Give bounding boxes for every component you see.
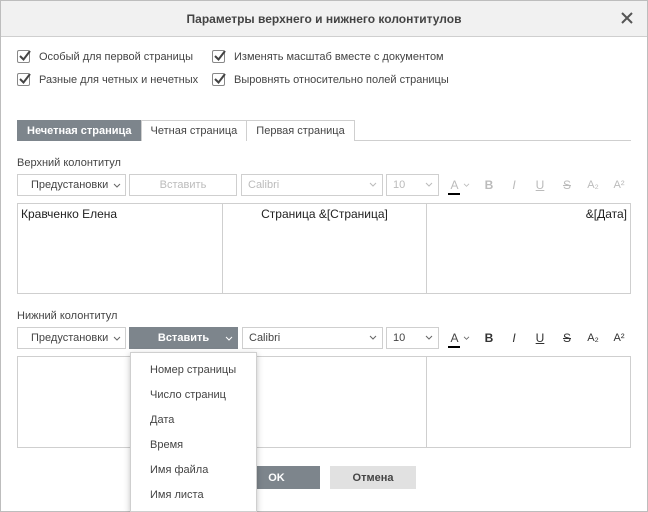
chevron-down-icon	[425, 182, 433, 187]
footer-bold-button[interactable]: B	[480, 327, 498, 349]
insert-dropdown-menu: Номер страницы Число страниц Дата Время …	[130, 352, 257, 512]
header-edit-area: Кравченко Елена Страница &[Страница] &[Д…	[17, 203, 631, 294]
chevron-down-icon	[425, 335, 433, 340]
footer-insert-button[interactable]: Вставить	[129, 327, 238, 349]
align-margins-label: Выровнять относительно полей страницы	[234, 73, 449, 86]
header-size-select[interactable]: 10	[386, 174, 439, 196]
page-tabs: Нечетная страница Четная страница Первая…	[17, 120, 631, 141]
header-font-select[interactable]: Calibri	[241, 174, 383, 196]
tab-first-page[interactable]: Первая страница	[246, 120, 355, 141]
menu-item-page-number[interactable]: Номер страницы	[131, 358, 256, 383]
footer-right-section[interactable]	[427, 357, 630, 447]
header-presets-label: Предустановки	[31, 179, 109, 191]
dialog-title: Параметры верхнего и нижнего колонтитуло…	[186, 11, 462, 26]
footer-insert-label: Вставить	[157, 332, 210, 344]
footer-font-color-button[interactable]: A	[447, 327, 473, 349]
scale-with-doc-label: Изменять масштаб вместе с документом	[234, 50, 444, 63]
header-strikethrough-button[interactable]: S	[558, 174, 576, 196]
odd-even-checkbox[interactable]: Разные для четных и нечетных	[17, 73, 198, 86]
chevron-down-icon	[369, 182, 377, 187]
footer-font-select[interactable]: Calibri	[242, 327, 383, 349]
close-icon[interactable]	[619, 10, 635, 26]
title-bar: Параметры верхнего и нижнего колонтитуло…	[1, 1, 647, 37]
first-page-checkbox[interactable]: Особый для первой страницы	[17, 50, 193, 63]
chevron-down-icon	[113, 336, 121, 341]
footer-toolbar: Предустановки Вставить Calibri 10 A B I …	[17, 327, 631, 349]
font-color-icon: A	[448, 331, 461, 348]
chevron-down-icon	[225, 336, 233, 341]
header-presets-button[interactable]: Предустановки	[17, 174, 126, 196]
checkbox-checked-icon	[212, 50, 226, 63]
header-toolbar: Предустановки Вставить Calibri 10 A B I …	[17, 174, 631, 196]
checkbox-checked-icon	[17, 50, 31, 63]
header-bold-button[interactable]: B	[480, 174, 498, 196]
footer-size-select[interactable]: 10	[386, 327, 439, 349]
odd-even-label: Разные для четных и нечетных	[39, 73, 199, 86]
checkbox-checked-icon	[17, 73, 31, 86]
header-left-section[interactable]: Кравченко Елена	[18, 204, 223, 293]
header-size-value: 10	[393, 179, 406, 191]
menu-item-sheet-name[interactable]: Имя листа	[131, 483, 256, 508]
header-center-section[interactable]: Страница &[Страница]	[223, 204, 427, 293]
chevron-down-icon	[369, 335, 377, 340]
footer-presets-label: Предустановки	[31, 332, 109, 344]
footer-size-value: 10	[393, 332, 406, 344]
checkbox-checked-icon	[212, 73, 226, 86]
menu-item-time[interactable]: Время	[131, 433, 256, 458]
tab-odd-page[interactable]: Нечетная страница	[17, 120, 142, 141]
footer-strikethrough-button[interactable]: S	[558, 327, 576, 349]
cancel-button[interactable]: Отмена	[330, 466, 416, 489]
header-font-color-button[interactable]: A	[447, 174, 473, 196]
header-font-value: Calibri	[248, 179, 280, 191]
scale-with-doc-checkbox[interactable]: Изменять масштаб вместе с документом	[212, 50, 444, 63]
footer-presets-button[interactable]: Предустановки	[17, 327, 126, 349]
menu-item-page-count[interactable]: Число страниц	[131, 383, 256, 408]
header-italic-button[interactable]: I	[505, 174, 523, 196]
header-subscript-button[interactable]: A₂	[584, 174, 602, 196]
header-insert-button[interactable]: Вставить	[129, 174, 237, 196]
chevron-down-icon	[113, 183, 121, 188]
header-footer-dialog: Параметры верхнего и нижнего колонтитуло…	[0, 0, 648, 512]
first-page-label: Особый для первой страницы	[39, 50, 193, 63]
align-margins-checkbox[interactable]: Выровнять относительно полей страницы	[212, 73, 449, 86]
chevron-down-icon	[463, 336, 469, 340]
font-color-icon: A	[448, 178, 461, 195]
footer-font-value: Calibri	[249, 332, 281, 344]
header-insert-label: Вставить	[159, 179, 207, 191]
footer-label: Нижний колонтитул	[17, 310, 118, 322]
chevron-down-icon	[463, 183, 469, 187]
menu-item-file-name[interactable]: Имя файла	[131, 458, 256, 483]
header-right-section[interactable]: &[Дата]	[427, 204, 630, 293]
header-label: Верхний колонтитул	[17, 157, 121, 169]
header-superscript-button[interactable]: A²	[610, 174, 628, 196]
header-underline-button[interactable]: U	[531, 174, 549, 196]
footer-superscript-button[interactable]: A²	[610, 327, 628, 349]
tab-even-page[interactable]: Четная страница	[140, 120, 248, 141]
footer-italic-button[interactable]: I	[505, 327, 523, 349]
menu-item-date[interactable]: Дата	[131, 408, 256, 433]
footer-subscript-button[interactable]: A₂	[584, 327, 602, 349]
footer-underline-button[interactable]: U	[531, 327, 549, 349]
footer-edit-area	[17, 356, 631, 448]
